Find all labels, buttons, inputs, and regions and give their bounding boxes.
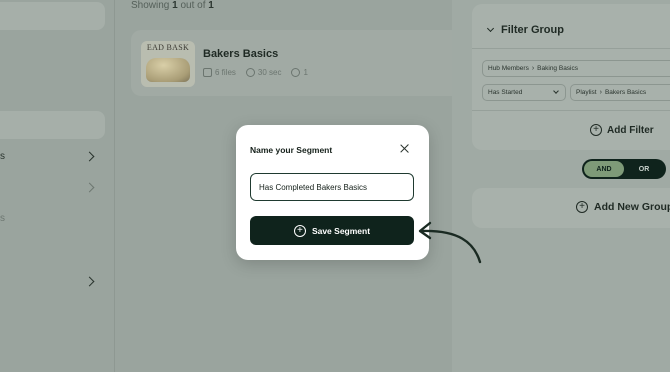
playlist-chip[interactable]: Playlist › Bakers Basics xyxy=(570,84,670,101)
segment-name-input[interactable] xyxy=(250,173,414,201)
filter-panel: Filter Group Hub Members › Baking Basics H… xyxy=(452,0,670,372)
chevron-right-icon[interactable] xyxy=(84,182,95,193)
sidebar-item-label: s xyxy=(0,213,5,224)
pointer-arrow-icon xyxy=(418,221,482,264)
and-option[interactable]: AND xyxy=(584,161,624,177)
or-option[interactable]: OR xyxy=(624,161,664,177)
add-new-group-button[interactable]: + Add New Group xyxy=(472,188,670,228)
chevron-down-icon xyxy=(553,88,559,94)
playlist-card[interactable]: EAD BASK Bakers Basics 6 files 30 sec 1 xyxy=(131,30,461,96)
status-select[interactable]: Has Started xyxy=(482,84,566,101)
playlist-title: Bakers Basics xyxy=(203,48,279,60)
filter-group-title: Filter Group xyxy=(501,24,564,36)
dialog-title: Name your Segment xyxy=(250,145,333,155)
left-sidebar: s s xyxy=(0,0,115,372)
save-segment-button[interactable]: + Save Segment xyxy=(250,216,414,245)
hub-members-chip[interactable]: Hub Members › Baking Basics xyxy=(482,60,670,77)
divider xyxy=(472,110,670,111)
gear-icon xyxy=(291,68,301,77)
chevron-right-icon: › xyxy=(531,65,535,72)
close-icon[interactable] xyxy=(399,143,411,155)
plus-circle-icon: + xyxy=(590,124,602,136)
chevron-right-icon[interactable] xyxy=(84,151,95,162)
sidebar-item-label: s xyxy=(0,151,5,162)
filter-group-header[interactable]: Filter Group xyxy=(486,24,564,36)
files-icon xyxy=(203,68,212,77)
duration: 30 sec xyxy=(257,68,282,77)
divider xyxy=(472,48,670,49)
thumbnail-text: EAD BASK xyxy=(146,43,190,52)
clock-icon xyxy=(245,68,255,77)
playlist-thumbnail: EAD BASK xyxy=(141,41,195,87)
filter-group: Filter Group Hub Members › Baking Basics H… xyxy=(472,4,670,150)
sidebar-item-selected[interactable] xyxy=(0,111,105,139)
playlist-meta: 6 files 30 sec 1 xyxy=(203,68,308,77)
files-count: 6 files xyxy=(215,68,236,77)
add-group-label: Add New Group xyxy=(594,201,670,213)
sidebar-top-pill[interactable] xyxy=(0,2,105,30)
chevron-right-icon[interactable] xyxy=(84,276,95,287)
results-count: Showing 1 out of 1 xyxy=(131,0,214,11)
plus-circle-icon: + xyxy=(576,201,588,213)
add-filter-button[interactable]: + Add Filter xyxy=(590,124,654,136)
plus-circle-icon: + xyxy=(293,224,306,237)
logic-toggle[interactable]: AND OR xyxy=(582,159,666,179)
bread-image xyxy=(146,58,190,82)
item-count: 1 xyxy=(303,68,308,77)
chevron-down-icon[interactable] xyxy=(486,24,495,33)
name-segment-dialog: Name your Segment + Save Segment xyxy=(236,125,429,260)
chevron-right-icon: › xyxy=(599,89,602,96)
